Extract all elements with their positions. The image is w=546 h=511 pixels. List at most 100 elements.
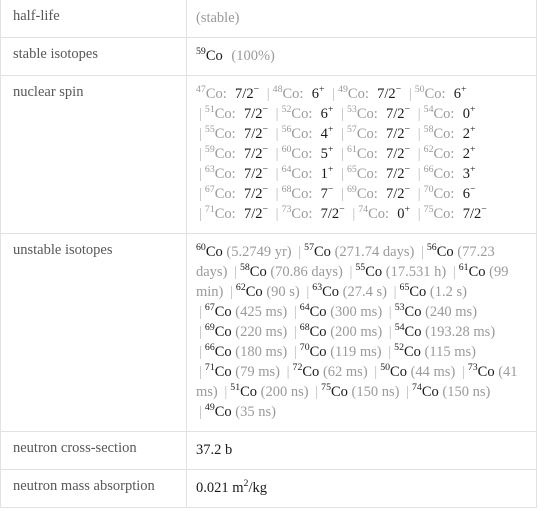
isotope-mass-number: 64 xyxy=(299,302,310,314)
row-label-nuclear-spin: nuclear spin xyxy=(0,75,187,234)
isotope-element-symbol: Co: xyxy=(356,146,378,162)
unstable-isotope-entry: 53Co (240 ms) xyxy=(395,303,478,320)
isotope-mass-number: 54 xyxy=(423,104,434,116)
table-row: half-life (stable) xyxy=(0,0,537,38)
unstable-isotope-entry: 57Co (271.74 days) xyxy=(304,242,415,260)
nuclear-spin-entry: 63Co: 7/2− xyxy=(204,164,269,182)
nuclear-spin-entry: 55Co: 7/2− xyxy=(205,125,269,142)
element-properties-table: half-life (stable) stable isotopes 59Co … xyxy=(0,0,537,508)
isotope-element-symbol: Co: xyxy=(356,106,378,122)
isotope-element-symbol: Co: xyxy=(356,186,378,202)
isotope-element-symbol: Co xyxy=(477,364,495,380)
isotope-mass-number: 58 xyxy=(239,262,250,274)
nuclear-spin-entry: 56Co: 4+ xyxy=(282,125,335,142)
isotope-half-life: (200 ms) xyxy=(330,324,383,340)
nuclear-spin-entry: 52Co: 6+ xyxy=(282,105,335,122)
nuclear-spin-value: 7− xyxy=(320,184,334,202)
unstable-isotope-entry: 60Co (5.2749 yr) xyxy=(196,243,292,260)
isotope-mass-number: 57 xyxy=(304,242,315,254)
isotope-abundance: (100%) xyxy=(231,48,275,64)
isotope-element-symbol: Co: xyxy=(214,206,236,222)
isotope-mass-number: 54 xyxy=(394,322,405,334)
isotope-element-symbol: Co xyxy=(309,304,327,320)
isotope-mass-number: 73 xyxy=(467,362,478,374)
nuclear-spin-value: 0+ xyxy=(462,104,476,122)
nuclear-spin-value: 0+ xyxy=(397,204,411,222)
isotope-half-life: (150 ns) xyxy=(442,384,491,400)
unstable-isotope-entry: 71Co (79 ms) xyxy=(205,363,281,380)
isotope-half-life: (425 ms) xyxy=(235,304,288,320)
nuclear-spin-entry: 61Co: 7/2− xyxy=(347,145,411,162)
list-separator: | xyxy=(332,86,336,102)
nuclear-spin-value: 7/2− xyxy=(243,164,269,182)
nuclear-spin-entry: 66Co: 3+ xyxy=(424,165,477,182)
list-separator: | xyxy=(298,244,302,260)
isotope-element-symbol: Co: xyxy=(347,86,369,102)
nuclear-spin-value: 7/2− xyxy=(243,144,269,162)
isotope-element-symbol: Co: xyxy=(291,126,313,142)
list-separator: | xyxy=(293,324,297,340)
list-separator: | xyxy=(199,344,202,360)
unstable-isotope-entry: 52Co (115 ms) xyxy=(394,342,476,360)
isotope-half-life: (220 ms) xyxy=(235,324,288,340)
unstable-isotope-entry: 64Co (300 ms) xyxy=(299,302,382,320)
isotope-mass-number: 65 xyxy=(346,164,357,176)
unstable-isotope-entry: 58Co (70.86 days) xyxy=(239,262,343,280)
isotope-mass-number: 74 xyxy=(412,382,422,394)
isotope-half-life: (240 ms) xyxy=(425,304,478,320)
row-label-neutron-cross-section: neutron cross-section xyxy=(0,431,187,470)
isotope-half-life: (5.2749 yr) xyxy=(226,244,292,260)
isotope-element-symbol: Co: xyxy=(433,166,455,182)
row-value-stable-isotopes: 59Co (100%) xyxy=(186,37,537,76)
isotope-mass-number: 64 xyxy=(281,164,292,176)
table-row: stable isotopes 59Co (100%) xyxy=(0,37,537,76)
isotope-mass-number: 56 xyxy=(426,242,437,254)
isotope-half-life: (79 ms) xyxy=(235,364,281,380)
nuclear-spin-entry: 69Co: 7/2− xyxy=(347,185,411,202)
isotope-mass-number: 48 xyxy=(272,84,283,96)
nuclear-spin-entry: 73Co: 7/2− xyxy=(282,205,346,222)
nuclear-spin-entry: 51Co: 7/2− xyxy=(205,105,269,122)
neutron-mass-absorption-value: 0.021 m2/kg xyxy=(196,479,267,496)
isotope-element-symbol: Co: xyxy=(214,146,236,162)
list-separator: | xyxy=(452,264,456,280)
list-separator: | xyxy=(306,284,310,300)
row-label-neutron-mass-absorption: neutron mass absorption xyxy=(0,469,187,508)
list-separator: | xyxy=(315,384,319,400)
nuclear-spin-value: 5+ xyxy=(320,144,334,162)
list-separator: | xyxy=(224,384,228,400)
nuclear-spin-entry: 50Co: 6+ xyxy=(415,84,468,102)
isotope-element-symbol: Co xyxy=(404,304,422,320)
list-separator: | xyxy=(199,146,202,162)
isotope-mass-number: 70 xyxy=(299,342,310,354)
unstable-isotope-entry: 54Co (193.28 ms) xyxy=(394,322,496,340)
isotope-mass-number: 47 xyxy=(196,84,206,96)
isotope-mass-number: 69 xyxy=(204,322,215,334)
isotope-element-symbol: Co: xyxy=(214,186,236,202)
list-separator: | xyxy=(388,344,392,360)
isotope-mass-number: 63 xyxy=(204,164,215,176)
isotope-mass-number: 52 xyxy=(394,342,404,354)
isotope-mass-number: 59 xyxy=(204,144,215,156)
list-separator: | xyxy=(341,106,344,122)
isotope-half-life: (193.28 ms) xyxy=(425,324,496,340)
isotope-mass-number: 62 xyxy=(423,144,434,156)
isotope-half-life: (271.74 days) xyxy=(334,244,415,260)
list-separator: | xyxy=(275,126,279,142)
isotope-mass-number: 75 xyxy=(321,382,331,394)
isotope-element-symbol: Co xyxy=(436,244,454,260)
list-separator: | xyxy=(199,206,202,222)
isotope-mass-number: 68 xyxy=(281,184,292,196)
list-separator: | xyxy=(199,106,202,122)
isotope-element-symbol: Co: xyxy=(433,186,455,202)
half-life-value: (stable) xyxy=(196,10,240,26)
nuclear-spin-value: 6+ xyxy=(453,84,467,102)
list-separator: | xyxy=(199,404,202,420)
isotope-mass-number: 61 xyxy=(458,262,469,274)
list-separator: | xyxy=(275,186,279,202)
isotope-element-symbol: Co: xyxy=(291,146,313,162)
list-separator: | xyxy=(199,126,202,142)
list-separator: | xyxy=(341,126,344,142)
list-separator: | xyxy=(286,364,290,380)
list-separator: | xyxy=(199,186,202,202)
